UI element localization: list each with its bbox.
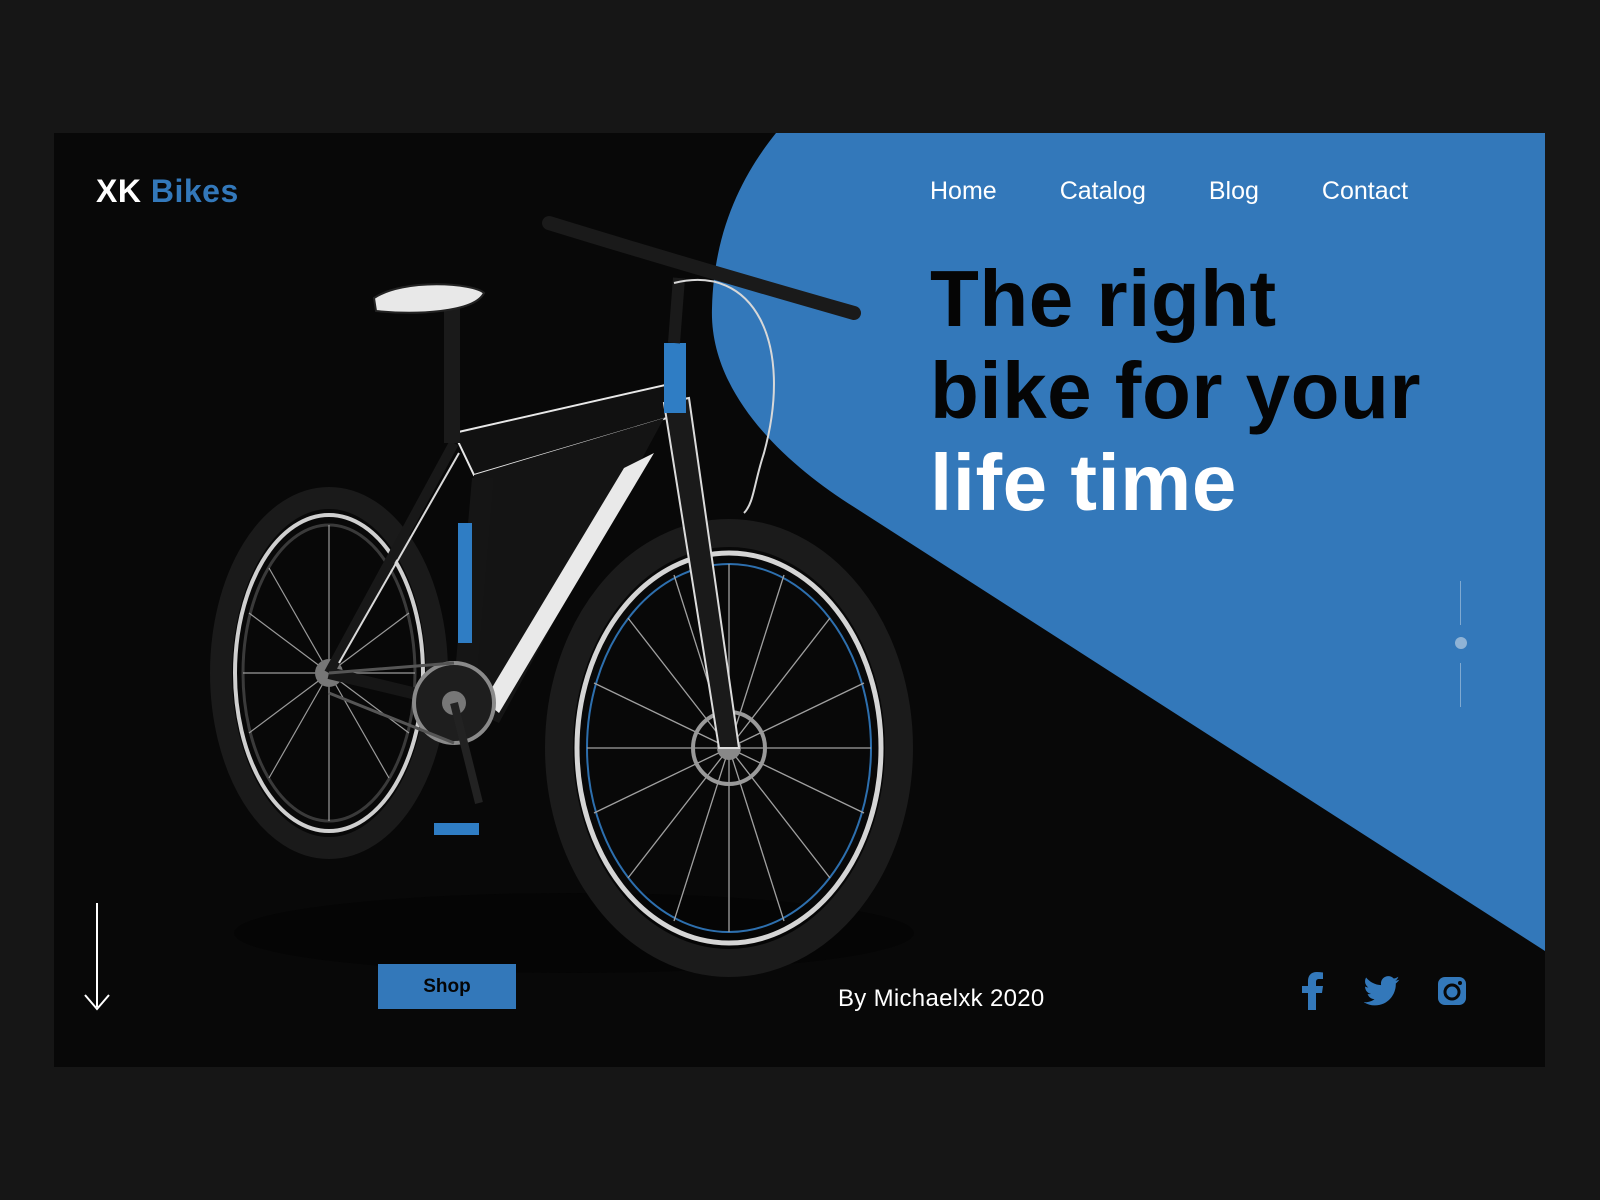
nav-item-contact[interactable]: Contact [1322, 177, 1408, 206]
brand-name-part1: XK [96, 173, 142, 209]
instagram-icon[interactable] [1434, 971, 1470, 1011]
slide-indicator[interactable] [1454, 581, 1468, 709]
facebook-icon[interactable] [1294, 971, 1330, 1011]
slide-indicator-line [1460, 581, 1461, 625]
bike-image [210, 216, 914, 977]
shop-button[interactable]: Shop [378, 964, 516, 1009]
twitter-icon[interactable] [1364, 971, 1400, 1011]
headline-line-3: life time [930, 438, 1237, 527]
landing-page: XK Bikes Home Catalog Blog Contact The r… [54, 133, 1545, 1067]
main-nav: Home Catalog Blog Contact [930, 177, 1408, 206]
slide-indicator-line [1460, 663, 1461, 707]
nav-item-blog[interactable]: Blog [1209, 177, 1259, 206]
headline-line-2: bike for your [930, 346, 1422, 435]
author-credit: By Michaelxk 2020 [838, 985, 1045, 1012]
social-links [1294, 971, 1470, 1011]
scroll-down-arrow-icon[interactable] [82, 903, 112, 1013]
nav-item-catalog[interactable]: Catalog [1060, 177, 1146, 206]
slide-indicator-dot[interactable] [1455, 637, 1467, 649]
nav-item-home[interactable]: Home [930, 177, 997, 206]
headline-line-1: The right [930, 254, 1277, 343]
hero-headline: The right bike for your life time [930, 253, 1421, 529]
